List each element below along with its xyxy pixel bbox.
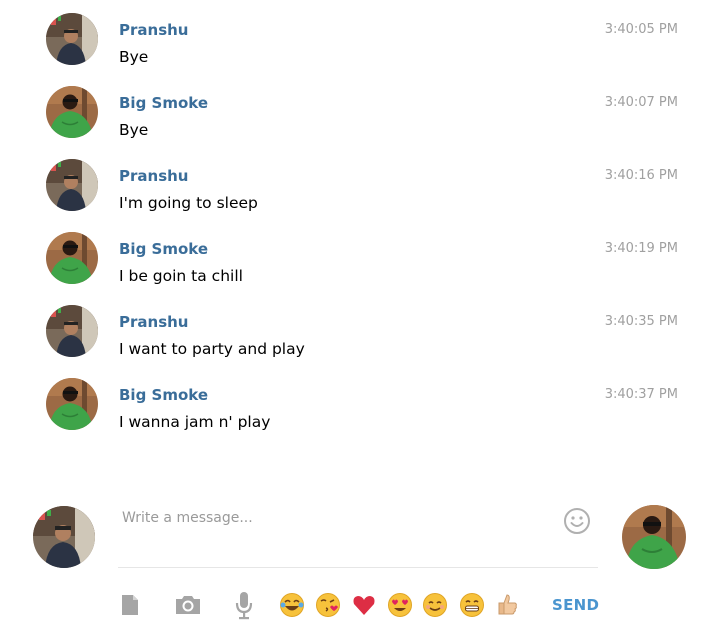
- message-text: I'm going to sleep: [119, 194, 258, 212]
- red-heart-emoji-icon: [353, 596, 375, 615]
- sender-name[interactable]: Big Smoke: [119, 94, 208, 112]
- heart-eyes-emoji-icon: [388, 593, 412, 617]
- sender-name[interactable]: Pranshu: [119, 313, 188, 331]
- smiley-icon: [564, 508, 590, 534]
- tears-of-joy-emoji-icon: [280, 593, 304, 617]
- heart-eyes-emoji-button[interactable]: [387, 592, 413, 618]
- big-smoke-avatar[interactable]: [46, 86, 98, 138]
- kissing-heart-emoji-button[interactable]: [315, 592, 341, 618]
- big-smoke-avatar[interactable]: [46, 232, 98, 284]
- message-text: I wanna jam n' play: [119, 413, 271, 431]
- emoji-picker-button[interactable]: [562, 506, 592, 536]
- big-smoke-avatar[interactable]: [46, 378, 98, 430]
- microphone-button[interactable]: [229, 588, 259, 622]
- composer-divider: [118, 567, 598, 568]
- kissing-heart-emoji-icon: [316, 593, 340, 617]
- message-input[interactable]: [118, 504, 566, 532]
- attach-document-button[interactable]: [115, 588, 145, 622]
- sender-name[interactable]: Pranshu: [119, 167, 188, 185]
- pranshu-avatar[interactable]: [46, 305, 98, 357]
- own-avatar[interactable]: [33, 506, 95, 568]
- pranshu-avatar[interactable]: [46, 13, 98, 65]
- message-timestamp: 3:40:35 PM: [604, 314, 678, 329]
- camera-button[interactable]: [173, 588, 203, 622]
- camera-icon: [176, 596, 200, 614]
- message-row: Big Smoke 3:40:19 PM I be goin ta chill: [46, 232, 686, 305]
- message-text: Bye: [119, 121, 149, 139]
- grinning-emoji-icon: [460, 593, 484, 617]
- thumbs-up-emoji-button[interactable]: [495, 592, 521, 618]
- message-row: Big Smoke 3:40:37 PM I wanna jam n' play: [46, 378, 686, 451]
- microphone-icon: [235, 592, 253, 620]
- contact-avatar[interactable]: [622, 505, 686, 569]
- tears-of-joy-emoji-button[interactable]: [279, 592, 305, 618]
- message-text: I want to party and play: [119, 340, 305, 358]
- red-heart-emoji-button[interactable]: [351, 592, 377, 618]
- message-row: Pranshu 3:40:35 PM I want to party and pla…: [46, 305, 686, 378]
- message-row: Pranshu 3:40:05 PM Bye: [46, 13, 686, 86]
- message-timestamp: 3:40:19 PM: [604, 241, 678, 256]
- message-row: Pranshu 3:40:16 PM I'm going to sleep: [46, 159, 686, 232]
- message-timestamp: 3:40:07 PM: [604, 95, 678, 110]
- pranshu-avatar[interactable]: [46, 159, 98, 211]
- message-row: Big Smoke 3:40:07 PM Bye: [46, 86, 686, 159]
- document-icon: [122, 595, 138, 615]
- send-button[interactable]: SEND: [552, 596, 599, 614]
- sender-name[interactable]: Big Smoke: [119, 386, 208, 404]
- sender-name[interactable]: Pranshu: [119, 21, 188, 39]
- message-timestamp: 3:40:05 PM: [604, 22, 678, 37]
- message-text: Bye: [119, 48, 149, 66]
- smiling-emoji-icon: [423, 593, 447, 617]
- smiling-emoji-button[interactable]: [422, 592, 448, 618]
- sender-name[interactable]: Big Smoke: [119, 240, 208, 258]
- message-text: I be goin ta chill: [119, 267, 243, 285]
- thumbs-up-emoji-icon: [498, 594, 517, 615]
- message-timestamp: 3:40:37 PM: [604, 387, 678, 402]
- grinning-emoji-button[interactable]: [459, 592, 485, 618]
- message-timestamp: 3:40:16 PM: [604, 168, 678, 183]
